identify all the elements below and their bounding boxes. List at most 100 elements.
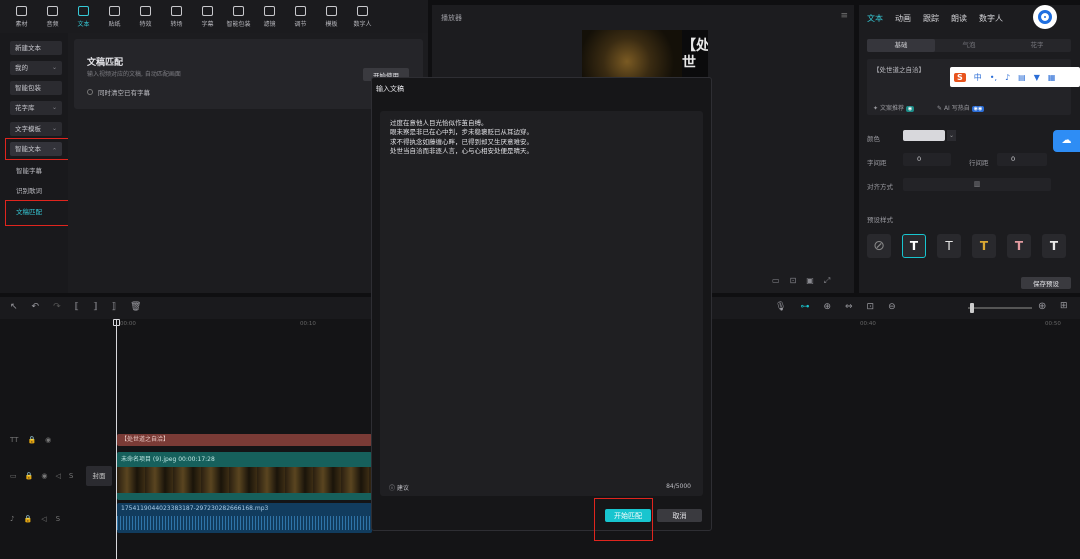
tool-audio[interactable]: 音频 bbox=[37, 0, 68, 33]
subtab-basic[interactable]: 基础 bbox=[867, 39, 935, 52]
lyrics-item[interactable]: 识别歌词 bbox=[16, 185, 42, 195]
tool-template[interactable]: 模板 bbox=[316, 0, 347, 33]
tool-smart-pack[interactable]: 智能包装 bbox=[223, 0, 254, 33]
select-icon[interactable]: ↖ bbox=[10, 302, 18, 312]
skin-icon[interactable]: ▼ bbox=[1034, 73, 1040, 82]
undo-icon[interactable]: ↶ bbox=[32, 302, 40, 312]
ime-punct[interactable]: •, bbox=[990, 73, 997, 82]
suggest-button[interactable]: ⓘ 建议 bbox=[389, 483, 409, 492]
playhead-handle[interactable] bbox=[113, 319, 120, 326]
scale-icon[interactable]: ▣ bbox=[806, 276, 814, 286]
ime-toolbar[interactable]: S 中 •, ♪ ▤ ▼ ▦ bbox=[950, 67, 1080, 87]
text-template-dropdown[interactable]: 文字模板 ⌄ bbox=[10, 122, 62, 136]
ai-write-label: AI 写热自 bbox=[943, 105, 970, 112]
ime-lang[interactable]: 中 bbox=[974, 72, 982, 83]
tool-sticker[interactable]: 贴纸 bbox=[99, 0, 130, 33]
new-text-button[interactable]: 新建文本 bbox=[10, 41, 62, 55]
video-clip[interactable]: 未命名项目 (9).jpeg 00:00:17:28 bbox=[117, 452, 372, 500]
preset-white-icon[interactable]: T bbox=[902, 234, 926, 258]
smart-pack-label: 智能包装 bbox=[15, 84, 41, 92]
redo-icon[interactable]: ↷ bbox=[53, 302, 61, 312]
script-textarea[interactable]: 过度在意他人目光恰似作茧自缚。 眼未察是非已在心中判，步未稳褒贬已从耳边穿。 求不得… bbox=[380, 111, 703, 496]
text-clip[interactable]: 【处世道之自洽】 bbox=[117, 434, 372, 446]
tool-filter[interactable]: 滤镜 bbox=[254, 0, 285, 33]
chevron-down-icon[interactable]: ⌄ bbox=[947, 130, 956, 141]
tab-animation[interactable]: 动画 bbox=[895, 13, 911, 24]
assistant-icon[interactable] bbox=[1033, 5, 1057, 29]
audio-icon[interactable]: ◁ bbox=[41, 515, 46, 523]
fullscreen-icon[interactable]: ⤢ bbox=[824, 276, 830, 286]
snap-icon[interactable]: ⊕ bbox=[823, 302, 831, 312]
tool-effect[interactable]: 特效 bbox=[130, 0, 161, 33]
no-style-icon[interactable]: ⊘ bbox=[867, 234, 891, 258]
zoom-out-icon[interactable]: ⊖ bbox=[888, 302, 896, 312]
fancy-text-dropdown[interactable]: 花字库 ⌄ bbox=[10, 101, 62, 115]
lock-icon[interactable]: 🔒 bbox=[25, 472, 34, 480]
fit-icon[interactable]: ⊞ bbox=[1060, 301, 1068, 311]
mic-icon[interactable]: 🎙 bbox=[775, 302, 786, 312]
delete-icon[interactable]: 🗑 bbox=[130, 302, 141, 312]
preset-pink-icon[interactable]: T bbox=[1007, 234, 1031, 258]
tool-caption[interactable]: 字幕 bbox=[192, 0, 223, 33]
ai-write-button[interactable]: ✎ AI 写热自 ◉◉ bbox=[937, 103, 985, 112]
preset-outline-icon[interactable]: T bbox=[937, 234, 961, 258]
tool-transition[interactable]: 转场 bbox=[161, 0, 192, 33]
lock-icon[interactable]: 🔒 bbox=[23, 515, 32, 523]
solo-icon[interactable]: S bbox=[56, 515, 60, 523]
edit-tools: ↖ ↶ ↷ ⟦ ⟧ ⟧ 🗑 bbox=[10, 302, 141, 312]
line-spacing-input[interactable]: 0 bbox=[997, 153, 1047, 166]
smart-caption-item[interactable]: 智能字幕 bbox=[16, 165, 42, 175]
split-icon[interactable]: ⟦ bbox=[75, 302, 79, 312]
tab-text[interactable]: 文本 bbox=[867, 13, 883, 24]
color-swatch[interactable] bbox=[903, 130, 945, 141]
preset-bold-icon[interactable]: T bbox=[1042, 234, 1066, 258]
mic-icon[interactable]: ♪ bbox=[1005, 73, 1010, 82]
zoom-in-icon[interactable]: ⊕ bbox=[1038, 301, 1046, 312]
tool-adjust[interactable]: 调节 bbox=[285, 0, 316, 33]
subtab-bubble[interactable]: 气泡 bbox=[935, 39, 1003, 52]
sticker-icon bbox=[109, 6, 120, 16]
clear-captions-label: 同时清空已有字幕 bbox=[98, 89, 150, 97]
crop-icon[interactable]: ⊡ bbox=[790, 276, 797, 286]
tab-tracking[interactable]: 跟踪 bbox=[923, 13, 939, 24]
tool-text[interactable]: 文本 bbox=[68, 0, 99, 33]
grid-icon[interactable]: ▦ bbox=[1048, 73, 1056, 82]
audio-icon[interactable]: ◁ bbox=[55, 472, 60, 480]
char-spacing-input[interactable]: 0 bbox=[903, 153, 951, 166]
subtab-fancy[interactable]: 花字 bbox=[1003, 39, 1071, 52]
zoom-handle[interactable] bbox=[970, 303, 974, 313]
solo-icon[interactable]: S bbox=[69, 472, 73, 480]
preset-gold-icon[interactable]: T bbox=[972, 234, 996, 258]
cover-button[interactable]: 封面 bbox=[86, 466, 112, 486]
tab-read[interactable]: 朗读 bbox=[951, 13, 967, 24]
menu-icon[interactable]: ≡ bbox=[840, 11, 848, 21]
align-options[interactable]: ▥ bbox=[903, 178, 1051, 191]
split-left-icon[interactable]: ⟧ bbox=[93, 302, 97, 312]
zoom-slider[interactable] bbox=[968, 307, 1032, 309]
track-icon[interactable]: ⇔ bbox=[845, 302, 853, 312]
link-icon[interactable]: ⊶ bbox=[800, 302, 809, 312]
ratio-icon[interactable]: ▭ bbox=[772, 276, 780, 286]
ai-recommend-button[interactable]: ✦ 文案推荐 ◉ bbox=[873, 103, 915, 112]
lock-icon[interactable]: 🔒 bbox=[27, 436, 36, 444]
tab-digital-human[interactable]: 数字人 bbox=[979, 13, 1003, 24]
preview-icon[interactable]: ⊡ bbox=[867, 302, 875, 312]
cloud-icon[interactable]: ☁ bbox=[1053, 130, 1080, 152]
keyboard-icon[interactable]: ▤ bbox=[1018, 73, 1026, 82]
split-right-icon[interactable]: ⟧ bbox=[112, 302, 116, 312]
mine-dropdown[interactable]: 我的 ⌄ bbox=[10, 61, 62, 75]
save-preset-button[interactable]: 保存预设 bbox=[1021, 277, 1071, 289]
tool-label: 模板 bbox=[325, 21, 338, 28]
highlight-box-start-match bbox=[594, 498, 653, 541]
clear-captions-checkbox[interactable]: 同时清空已有字幕 bbox=[87, 87, 150, 97]
eye-icon[interactable]: ◉ bbox=[41, 472, 47, 480]
eye-icon[interactable]: ◉ bbox=[45, 436, 51, 444]
chevron-down-icon: ⌄ bbox=[51, 104, 57, 111]
tool-media[interactable]: 素材 bbox=[6, 0, 37, 33]
smart-pack-button[interactable]: 智能包装 bbox=[10, 81, 62, 95]
audio-clip[interactable]: 1754119044023383187-297230282666168.mp3 bbox=[117, 503, 372, 533]
cancel-button[interactable]: 取消 bbox=[657, 509, 702, 522]
text-track-controls: TT 🔒 ◉ bbox=[10, 436, 51, 444]
tool-label: 智能包装 bbox=[226, 21, 251, 28]
tool-digital-human[interactable]: 数字人 bbox=[347, 0, 378, 33]
